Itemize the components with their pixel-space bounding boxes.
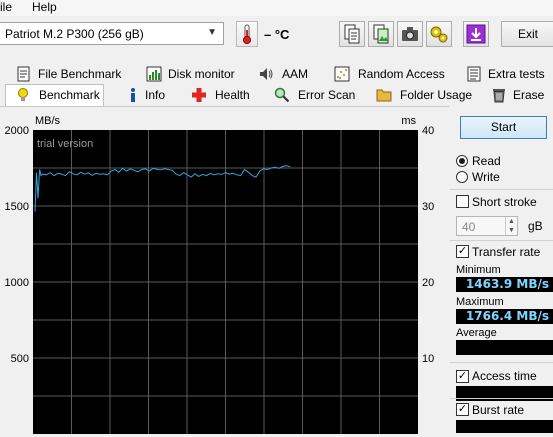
y2-tick-label: 30 <box>422 201 434 213</box>
y2-tick-label: 20 <box>422 277 434 289</box>
menu-file[interactable]: ile <box>0 0 12 14</box>
tab-label: File Benchmark <box>38 67 122 81</box>
benchmark-chart-panel: 2000 1500 1000 500 40 30 20 10 MB/s ms trial ve… <box>0 106 449 434</box>
tab-error-scan[interactable]: Error Scan <box>274 85 356 106</box>
stroke-unit-label: gB <box>528 219 543 233</box>
tab-label: Folder Usage <box>400 88 473 102</box>
magnifier-icon <box>274 87 290 103</box>
divider <box>450 398 553 399</box>
menu-bar: ile Help <box>0 0 553 16</box>
write-label: Write <box>472 170 500 184</box>
y2-tick-label: 40 <box>422 125 434 137</box>
short-stroke-checkbox[interactable] <box>456 195 469 208</box>
y-tick-label: 2000 <box>5 125 29 137</box>
benchmark-options-panel: Start Read Write Short stroke 40 ▲ ▼ gB ✓… <box>450 106 553 433</box>
tab-label: Random Access <box>358 67 445 81</box>
burst-rate-checkbox[interactable]: ✓ <box>456 403 469 416</box>
tab-label: Error Scan <box>298 88 356 102</box>
y-axis-label: MB/s <box>35 115 61 127</box>
exit-button[interactable]: Exit <box>501 21 553 47</box>
access-time-checkbox[interactable]: ✓ <box>456 370 469 383</box>
tab-label: Erase <box>513 88 545 102</box>
read-radio[interactable] <box>456 155 468 167</box>
y-tick-label: 500 <box>11 353 29 365</box>
tab-label: AAM <box>282 67 309 81</box>
read-label: Read <box>472 154 501 168</box>
minimum-label: Minimum <box>456 264 501 276</box>
transfer-rate-checkbox[interactable]: ✓ <box>456 245 469 258</box>
download-arrow-icon <box>466 24 486 44</box>
info-icon <box>131 88 135 102</box>
gears-icon <box>430 26 448 43</box>
write-radio[interactable] <box>456 171 468 183</box>
average-label: Average <box>456 327 497 339</box>
tab-label: Info <box>145 88 166 102</box>
stroke-size-value: 40 <box>462 220 476 234</box>
copy-image-icon <box>373 24 389 44</box>
benchmark-chart: 2000 1500 1000 500 40 30 20 10 MB/s ms trial ve… <box>5 115 434 434</box>
average-value <box>456 340 553 355</box>
y-tick-label: 1500 <box>5 201 29 213</box>
minimum-value: 1463.9 MB/s <box>456 277 553 292</box>
tab-erase[interactable]: Erase <box>491 85 551 106</box>
maximum-value: 1766.4 MB/s <box>456 309 553 324</box>
divider <box>450 362 553 363</box>
stroke-size-stepper[interactable]: 40 ▲ ▼ <box>456 216 518 236</box>
copy-text-icon <box>344 24 360 44</box>
thermometer-icon <box>242 24 252 45</box>
temperature-button[interactable] <box>236 21 258 47</box>
tab-label: Health <box>215 88 250 102</box>
drive-select[interactable]: Patriot M.2 P300 (256 gB) ▼ <box>0 22 224 45</box>
divider <box>450 240 553 241</box>
y2-tick-label: 10 <box>422 353 434 365</box>
tab-benchmark[interactable]: Benchmark <box>5 84 104 107</box>
camera-icon <box>402 27 418 41</box>
tab-random-access[interactable]: Random Access <box>334 64 446 85</box>
random-access-icon <box>334 66 350 82</box>
file-benchmark-icon <box>17 66 30 82</box>
temperature-readout: – °C <box>264 27 290 42</box>
maximum-label: Maximum <box>456 296 504 308</box>
folder-icon <box>376 89 392 102</box>
health-cross-icon <box>192 88 206 102</box>
tab-label: Extra tests <box>488 67 545 81</box>
tab-bar: File Benchmark Disk monitor AAM Random A… <box>0 60 553 107</box>
chevron-down-icon: ▼ <box>207 27 217 38</box>
start-button[interactable]: Start <box>460 116 547 139</box>
stepper-arrows-icon[interactable]: ▲ ▼ <box>505 217 517 235</box>
tab-aam[interactable]: AAM <box>258 64 320 85</box>
tab-label: Benchmark <box>39 88 100 102</box>
short-stroke-label: Short stroke <box>472 195 537 209</box>
tab-label: Disk monitor <box>168 67 235 81</box>
trash-icon <box>493 89 505 103</box>
burst-rate-label: Burst rate <box>472 403 525 417</box>
tab-file-benchmark[interactable]: File Benchmark <box>16 64 140 85</box>
disk-monitor-icon <box>146 66 162 82</box>
radio-selected-dot <box>459 158 465 164</box>
copy-button[interactable] <box>339 21 365 47</box>
menu-help[interactable]: Help <box>32 0 57 14</box>
save-button[interactable] <box>463 21 489 47</box>
access-time-label: Access time <box>472 369 537 383</box>
trial-watermark: trial version <box>37 138 93 150</box>
speaker-icon <box>260 68 273 80</box>
tab-disk-monitor[interactable]: Disk monitor <box>146 64 250 85</box>
copy-screen-button[interactable] <box>368 21 394 47</box>
transfer-rate-label: Transfer rate <box>472 245 541 259</box>
tab-extra-tests[interactable]: Extra tests <box>466 64 553 85</box>
screenshot-button[interactable] <box>397 21 423 47</box>
drive-select-value: Patriot M.2 P300 (256 gB) <box>5 27 144 41</box>
lightbulb-icon <box>18 88 28 101</box>
tab-health[interactable]: Health <box>191 85 253 106</box>
extra-tests-icon <box>467 66 481 82</box>
divider <box>450 189 553 190</box>
burst-rate-value <box>456 420 553 433</box>
y-tick-label: 1000 <box>5 277 29 289</box>
options-button[interactable] <box>426 21 452 47</box>
tab-folder-usage[interactable]: Folder Usage <box>376 85 472 106</box>
y2-axis-label: ms <box>401 115 416 127</box>
tab-info[interactable]: Info <box>125 85 175 106</box>
